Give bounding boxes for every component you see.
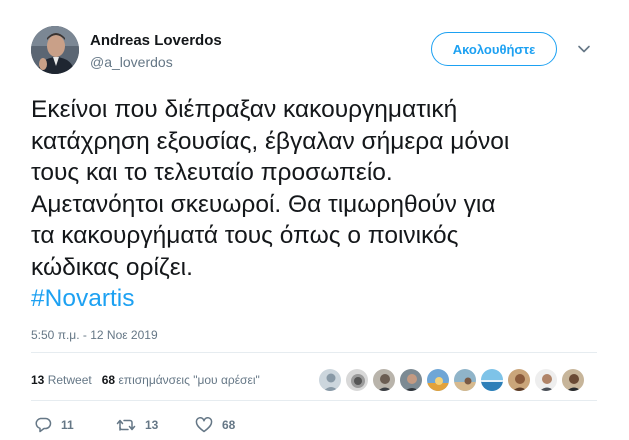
liker-avatar[interactable]	[345, 368, 369, 392]
heart-icon	[195, 417, 213, 433]
tweet-stats: 13 Retweet 68 επισημάνσεις "μου αρέσει"	[31, 373, 260, 387]
retweet-button[interactable]: 13	[116, 417, 158, 433]
liker-avatar[interactable]	[534, 368, 558, 392]
follow-button[interactable]: Ακολουθήστε	[431, 32, 557, 66]
reply-count: 11	[61, 418, 74, 432]
chevron-down-icon[interactable]	[577, 42, 591, 56]
tweet-text-line: τα κακουργήματά τους όπως ο ποινικός	[31, 222, 459, 249]
like-count: 68	[222, 418, 236, 432]
likes-stat-label: επισημάνσεις "μου αρέσει"	[118, 373, 260, 387]
liker-avatar[interactable]	[399, 368, 423, 392]
liker-avatar[interactable]	[480, 368, 504, 392]
retweet-stat-count: 13	[31, 373, 45, 387]
retweet-count: 13	[145, 418, 159, 432]
liker-avatars	[318, 368, 585, 392]
hashtag-link[interactable]: #Novartis	[31, 283, 591, 315]
liker-avatar[interactable]	[453, 368, 477, 392]
divider	[31, 400, 597, 401]
tweet-text-line: κατάχρηση εξουσίας, έβγαλαν σήμερα μόνοι	[31, 127, 510, 155]
liker-avatar[interactable]	[561, 368, 585, 392]
tweet-text-line: κώδικας ορίζει.	[31, 253, 193, 281]
reply-button[interactable]: 11	[34, 417, 74, 433]
liker-avatar[interactable]	[426, 368, 450, 392]
tweet-timestamp[interactable]: 5:50 π.μ. - 12 Νοε 2019	[31, 328, 158, 342]
tweet-text-line: Εκείνοι που διέπραξαν κακουργηματική	[31, 96, 458, 123]
retweet-icon	[116, 419, 136, 431]
tweet-text-line: τους και το τελευταίο προσωπείο.	[31, 159, 393, 186]
retweet-stat-label: Retweet	[47, 373, 92, 387]
tweet-card: Andreas Loverdos @a_loverdos Ακολουθήστε…	[0, 0, 629, 440]
reply-icon	[35, 417, 52, 433]
like-button[interactable]: 68	[195, 417, 235, 433]
tweet-text-line: Αμετανόητοι σκευωροί. Θα τιμωρηθούν για	[31, 190, 496, 218]
liker-avatar[interactable]	[318, 368, 342, 392]
author-avatar[interactable]	[31, 26, 79, 74]
divider	[31, 352, 597, 353]
likes-stat-count: 68	[101, 373, 116, 387]
author-display-name[interactable]: Andreas Loverdos	[90, 32, 222, 49]
author-handle[interactable]: @a_loverdos	[90, 54, 173, 70]
retweet-stat[interactable]: 13 Retweet	[31, 373, 92, 387]
tweet-text: Εκείνοι που διέπραξαν κακουργηματική κατ…	[31, 94, 591, 315]
likes-stat[interactable]: 68 επισημάνσεις "μου αρέσει"	[102, 373, 260, 387]
liker-avatar[interactable]	[372, 368, 396, 392]
liker-avatar[interactable]	[507, 368, 531, 392]
